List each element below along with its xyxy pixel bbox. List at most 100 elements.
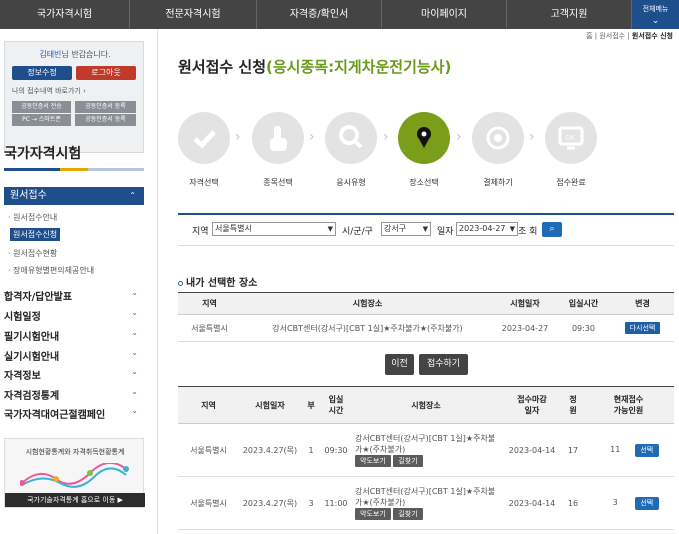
step-label: 접수완료 xyxy=(556,178,586,187)
cell-capacity: 17 xyxy=(563,423,583,477)
search-icon xyxy=(339,125,363,149)
subitem-label: 원서접수안내 xyxy=(13,213,58,222)
available-count: 11 xyxy=(610,444,621,454)
trend-line-icon xyxy=(20,463,129,488)
step-label: 자격선택 xyxy=(189,178,219,187)
col-time: 입실 시간 xyxy=(321,386,351,424)
region-value: 서울특별시 xyxy=(215,224,252,233)
step-arrow-icon: › xyxy=(456,129,462,145)
sidebar-item-apply[interactable]: 원서접수신청 xyxy=(10,228,61,241)
city-label: 시/군/구 xyxy=(342,227,373,237)
step-label: 장소선택 xyxy=(409,178,439,187)
col-date: 시험일자 xyxy=(494,292,556,315)
arrow-circle-icon: › xyxy=(83,87,86,95)
cell-region: 서울특별시 xyxy=(178,423,239,477)
chevron-down-icon: ⌄ xyxy=(131,348,138,357)
all-menu-button[interactable]: 전체메뉴 ⌄ xyxy=(632,0,679,29)
col-date: 시험일자 xyxy=(239,386,301,424)
col-part: 부 xyxy=(301,386,321,424)
breadcrumb: 홈 | 원서접수 | 원서접수 신청 xyxy=(586,32,673,40)
top-navigation: 국가자격시험 전문자격시험 자격증/확인서 마이페이지 고객지원 전체메뉴 ⌄ xyxy=(0,0,679,29)
col-deadline: 접수마감 일자 xyxy=(501,386,563,424)
sidebar-item-status[interactable]: · 원서접수현황 xyxy=(8,248,57,259)
table-header-row: 지역 시험일자 부 입실 시간 시험장소 접수마감 일자 정 원 현재접수 가능… xyxy=(178,386,674,424)
city-select[interactable]: 강서구 ▼ xyxy=(381,222,431,236)
chevron-down-icon: ⌄ xyxy=(131,387,138,396)
nav-national-exam[interactable]: 국가자격시험 xyxy=(0,0,130,29)
heading-text: 내가 선택한 장소 xyxy=(186,278,258,289)
cell-place: 강서CBT센터(강서구)[CBT 1실]★주차불가★(주차불가) 약도보기 길찾… xyxy=(351,476,501,530)
banner-title: 시험현황통계와 자격취득현황통계 xyxy=(25,448,125,456)
schedule-table: 지역 시험일자 부 입실 시간 시험장소 접수마감 일자 정 원 현재접수 가능… xyxy=(178,386,674,530)
cell-time: 11:00 xyxy=(321,476,351,530)
col-change: 변경 xyxy=(611,292,674,315)
map-button[interactable]: 약도보기 xyxy=(355,508,391,520)
col-place: 시험장소 xyxy=(241,292,494,315)
step-arrow-icon: › xyxy=(383,129,389,145)
sidebar-menu-results[interactable]: 합격자/답안발표 ⌄ xyxy=(4,288,144,303)
cell-region: 서울특별시 xyxy=(178,314,241,342)
coin-icon xyxy=(486,126,510,150)
sidebar: 김태빈님 반갑습니다. 정보수정 로그아웃 나의 접수내역 바로가기 › 공동인… xyxy=(0,29,158,534)
all-menu-label: 전체메뉴 xyxy=(642,5,669,13)
cert-transfer-button[interactable]: 공동인증서 전송 xyxy=(12,101,71,113)
selected-location-table: 지역 시험장소 시험일자 입실시간 변경 서울특별시 강서CBT센터(강서구)[… xyxy=(178,292,674,342)
monitor-ok-icon: OK xyxy=(558,126,584,150)
pc-to-phone-button[interactable]: PC → 스마트폰 xyxy=(12,114,71,126)
chevron-down-icon: ⌄ xyxy=(131,367,138,376)
region-label: 지역 xyxy=(192,227,209,237)
sidebar-menu-written[interactable]: 필기시험안내 ⌄ xyxy=(4,328,144,343)
nav-mypage[interactable]: 마이페이지 xyxy=(382,0,507,29)
sidebar-section-application[interactable]: 원서접수 ⌃ xyxy=(4,187,144,205)
chevron-down-icon: ⌄ xyxy=(131,308,138,317)
nav-professional-exam[interactable]: 전문자격시험 xyxy=(130,0,257,29)
chevron-down-icon: ⌄ xyxy=(651,16,660,26)
sidebar-menu-practical[interactable]: 실기시험안내 ⌄ xyxy=(4,348,144,363)
map-pin-icon xyxy=(417,127,431,148)
cert-register-button-2[interactable]: 공동인증서 등록 xyxy=(75,114,136,126)
breadcrumb-current: 원서접수 신청 xyxy=(631,32,673,40)
banner-footer-link[interactable]: 국가기술자격통계 홈으로 이동 ▶ xyxy=(5,493,145,507)
step-arrow-icon: › xyxy=(309,129,315,145)
logout-button[interactable]: 로그아웃 xyxy=(76,66,136,80)
history-link[interactable]: 나의 접수내역 바로가기 › xyxy=(12,86,86,96)
prev-button[interactable]: 이전 xyxy=(385,354,414,375)
breadcrumb-mid[interactable]: 원서접수 xyxy=(599,32,625,40)
cell-region: 서울특별시 xyxy=(178,476,239,530)
reselect-button[interactable]: 다시선택 xyxy=(624,322,661,334)
region-select[interactable]: 서울특별시 ▼ xyxy=(212,222,336,236)
cert-register-button[interactable]: 공동인증서 등록 xyxy=(75,101,136,113)
search-label: 조 회 xyxy=(518,227,538,237)
menu-label: 실기시험안내 xyxy=(4,352,60,363)
select-button[interactable]: 선택 xyxy=(634,443,659,457)
sidebar-item-guide[interactable]: · 원서접수안내 xyxy=(8,212,57,223)
sidebar-menu-campaign[interactable]: 국가자격대여근절캠페인 ⌄ xyxy=(4,406,144,421)
sidebar-item-accessibility[interactable]: · 장애유형별편의제공안내 xyxy=(8,265,94,276)
sidebar-menu-schedule[interactable]: 시험일정 ⌄ xyxy=(4,308,144,323)
nav-support[interactable]: 고객지원 xyxy=(507,0,632,29)
route-button[interactable]: 길찾기 xyxy=(393,508,423,520)
cell-change: 다시선택 xyxy=(611,314,674,342)
cell-date: 2023-04-27 xyxy=(494,314,556,342)
nav-certificate[interactable]: 자격증/확인서 xyxy=(257,0,382,29)
sidebar-menu-statistics[interactable]: 자격검정통계 ⌄ xyxy=(4,387,144,402)
date-select[interactable]: 2023-04-27 ▼ xyxy=(456,222,518,236)
greeting: 김태빈님 반갑습니다. xyxy=(5,49,145,60)
page-title-subject: (응시종목:지게차운전기능사) xyxy=(266,58,452,76)
submit-button[interactable]: 접수하기 xyxy=(419,354,468,375)
edit-info-button[interactable]: 정보수정 xyxy=(12,66,72,80)
route-button[interactable]: 길찾기 xyxy=(393,455,423,467)
bullet-icon xyxy=(178,280,183,286)
col-region: 지역 xyxy=(178,292,241,315)
map-button[interactable]: 약도보기 xyxy=(355,455,391,467)
breadcrumb-home[interactable]: 홈 xyxy=(586,32,592,40)
select-button[interactable]: 선택 xyxy=(634,496,659,510)
statistics-banner[interactable]: 시험현황통계와 자격취득현황통계 국가기술자격통계 홈으로 이동 ▶ xyxy=(4,438,145,508)
cell-deadline: 2023-04-14 xyxy=(501,423,563,477)
cell-deadline: 2023-04-14 xyxy=(501,476,563,530)
chevron-up-icon: ⌃ xyxy=(129,191,136,200)
place-text: 강서CBT센터(강서구)[CBT 1실]★주차불가★(주차불가) xyxy=(355,434,496,454)
sidebar-menu-qualification[interactable]: 자격정보 ⌄ xyxy=(4,367,144,382)
search-button[interactable]: ⌕ xyxy=(542,222,562,237)
col-available: 현재접수 가능인원 xyxy=(583,386,674,424)
